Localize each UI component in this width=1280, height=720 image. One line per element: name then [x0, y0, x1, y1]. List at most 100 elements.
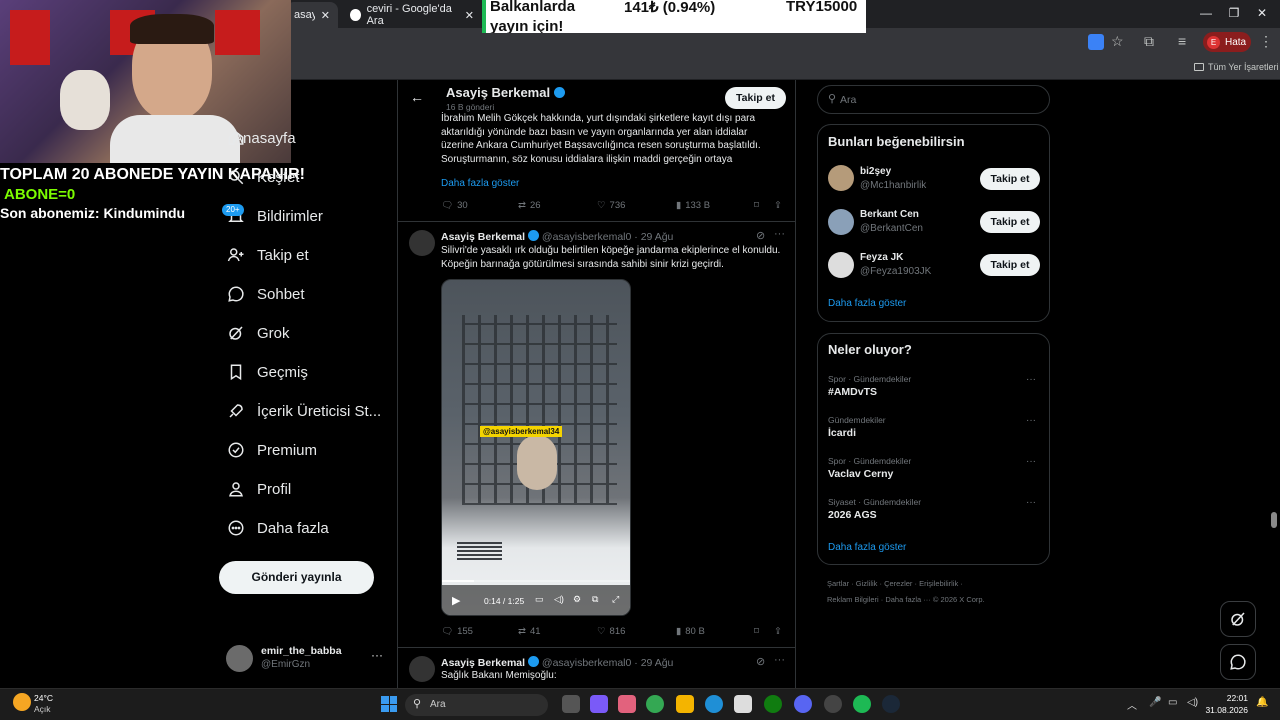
- sidebar-item-premium[interactable]: Premium: [227, 437, 317, 463]
- trend-name[interactable]: İcardi: [828, 427, 856, 439]
- chevron-up-icon[interactable]: ︿: [1127, 697, 1137, 712]
- monitor-icon[interactable]: ▭: [1168, 697, 1177, 708]
- windows-start-icon[interactable]: [381, 696, 397, 712]
- avatar[interactable]: [828, 252, 854, 278]
- puzzle-icon[interactable]: ⧉: [1144, 33, 1154, 50]
- follow-button[interactable]: Takip et: [725, 87, 786, 109]
- show-more-link[interactable]: Daha fazla göster: [828, 542, 906, 553]
- suggestion-name[interactable]: Feyza JK: [860, 252, 903, 263]
- volume-icon[interactable]: ◁): [554, 594, 564, 605]
- retweet-button[interactable]: ⇄ 41: [518, 626, 541, 637]
- tweet-date[interactable]: · 29 Ağu: [634, 657, 673, 669]
- like-button[interactable]: ♡ 816: [597, 626, 625, 637]
- edge-icon[interactable]: [705, 695, 723, 713]
- avatar[interactable]: [409, 656, 435, 682]
- show-more-link[interactable]: Daha fazla göster: [441, 178, 519, 189]
- scrollbar-thumb[interactable]: [1271, 512, 1277, 528]
- pip-icon[interactable]: ⧉: [592, 594, 598, 605]
- taskbar-search[interactable]: ⚲ Ara: [405, 694, 548, 716]
- gear-icon[interactable]: ⚙: [573, 594, 581, 605]
- tweet-video[interactable]: @asayisberkemal34 ▶ 0:14 / 1:25 ▭ ◁) ⚙ ⧉…: [441, 279, 631, 616]
- store-icon[interactable]: [734, 695, 752, 713]
- volume-icon[interactable]: ◁): [1187, 697, 1198, 708]
- account-switcher[interactable]: emir_the_babba @EmirGzn ···: [226, 644, 386, 674]
- clock-time[interactable]: 22:01: [1210, 693, 1248, 703]
- show-more-link[interactable]: Daha fazla göster: [828, 298, 906, 309]
- bookmark-button[interactable]: ⌑: [754, 200, 759, 211]
- weather-temp[interactable]: 24°C: [34, 693, 53, 703]
- menu-list-icon[interactable]: ≡: [1178, 33, 1186, 49]
- notification-bell-icon[interactable]: 🔔: [1256, 697, 1268, 708]
- avatar[interactable]: [828, 209, 854, 235]
- sidebar-item-grok[interactable]: Grok: [227, 320, 290, 346]
- trend-name[interactable]: 2026 AGS: [828, 509, 877, 521]
- footer-links-2[interactable]: Reklam Bilgileri · Daha fazla ··· © 2026…: [827, 595, 1047, 604]
- fullscreen-icon[interactable]: ⤢: [612, 594, 619, 605]
- author-name[interactable]: Asayiş Berkemal: [441, 231, 525, 243]
- messages-float-button[interactable]: [1220, 644, 1256, 680]
- grok-icon[interactable]: ⊘: [756, 655, 765, 668]
- sidebar-item-follow[interactable]: Takip et: [227, 242, 309, 268]
- more-dots-icon[interactable]: ···: [1026, 456, 1036, 467]
- window-close-icon[interactable]: ✕: [1254, 6, 1270, 22]
- search-input[interactable]: ⚲ Ara: [817, 85, 1050, 114]
- extension-icon[interactable]: [1088, 34, 1104, 50]
- follow-button[interactable]: Takip et: [980, 254, 1040, 276]
- tab-google[interactable]: ceviri - Google'da Ara ✕: [342, 2, 482, 28]
- sidebar-item-bookmarks[interactable]: Geçmiş: [227, 359, 308, 385]
- spotify-icon[interactable]: [853, 695, 871, 713]
- views-button[interactable]: ▮ 80 B: [676, 626, 705, 637]
- share-button[interactable]: ⇪: [774, 200, 782, 211]
- trend-name[interactable]: #AMDvTS: [828, 386, 877, 398]
- more-dots-icon[interactable]: ···: [1026, 415, 1036, 426]
- suggestion-name[interactable]: bi2şey: [860, 166, 891, 177]
- grok-float-button[interactable]: [1220, 601, 1256, 637]
- reply-button[interactable]: 🗨 155: [441, 626, 473, 637]
- clock-date[interactable]: 31.08.2026: [1204, 705, 1248, 715]
- minimize-icon[interactable]: —: [1198, 6, 1214, 22]
- suggestion-name[interactable]: Berkant Cen: [860, 209, 919, 220]
- grok-icon[interactable]: ⊘: [756, 229, 765, 242]
- play-icon[interactable]: ▶: [452, 594, 460, 607]
- sidebar-item-profile[interactable]: Profil: [227, 476, 291, 502]
- profile-error-button[interactable]: E Hata: [1203, 32, 1251, 52]
- sidebar-item-creator-studio[interactable]: İçerik Üreticisi St...: [227, 398, 381, 424]
- share-button[interactable]: ⇪: [774, 626, 782, 637]
- maximize-icon[interactable]: ❐: [1226, 6, 1242, 22]
- task-view-icon[interactable]: [562, 695, 580, 713]
- widget-app-icon[interactable]: [590, 695, 608, 713]
- weather-icon[interactable]: [13, 693, 31, 711]
- kebab-menu-icon[interactable]: ⋮: [1259, 33, 1273, 50]
- close-icon[interactable]: ✕: [321, 9, 330, 22]
- more-dots-icon[interactable]: ···: [1026, 497, 1036, 508]
- sidebar-item-more[interactable]: Daha fazla: [227, 515, 329, 541]
- video-progress[interactable]: [442, 580, 630, 582]
- captions-icon[interactable]: ▭: [535, 594, 544, 605]
- xbox-icon[interactable]: [764, 695, 782, 713]
- like-button[interactable]: ♡ 736: [597, 200, 625, 211]
- tab-asayis[interactable]: asayişb ✕: [286, 2, 338, 28]
- sidebar-item-home[interactable]: Anasayfa: [227, 125, 296, 151]
- all-bookmarks[interactable]: Tüm Yer İşaretleri: [1194, 62, 1279, 72]
- steam-icon[interactable]: [882, 695, 900, 713]
- folder-icon[interactable]: [676, 695, 694, 713]
- sidebar-item-chat[interactable]: Sohbet: [227, 281, 305, 307]
- more-dots-icon[interactable]: ···: [371, 648, 383, 662]
- retweet-button[interactable]: ⇄ 26: [518, 200, 541, 211]
- avatar[interactable]: [409, 230, 435, 256]
- post-button[interactable]: Gönderi yayınla: [219, 561, 374, 594]
- star-icon[interactable]: ☆: [1111, 33, 1124, 50]
- sidebar-item-explore[interactable]: Keşfet: [227, 164, 300, 190]
- follow-button[interactable]: Takip et: [980, 168, 1040, 190]
- footer-links[interactable]: Şartlar · Gizlilik · Çerezler · Erişileb…: [827, 579, 1047, 588]
- back-arrow-icon[interactable]: ←: [410, 89, 424, 105]
- more-dots-icon[interactable]: ···: [774, 654, 785, 666]
- reply-button[interactable]: 🗨 30: [441, 200, 468, 211]
- author-name[interactable]: Asayiş Berkemal: [441, 657, 525, 669]
- copilot-icon[interactable]: [618, 695, 636, 713]
- bookmark-button[interactable]: ⌑: [754, 626, 759, 637]
- tweet-date[interactable]: · 29 Ağu: [634, 231, 673, 243]
- more-dots-icon[interactable]: ···: [774, 228, 785, 240]
- follow-button[interactable]: Takip et: [980, 211, 1040, 233]
- chrome-icon[interactable]: [646, 695, 664, 713]
